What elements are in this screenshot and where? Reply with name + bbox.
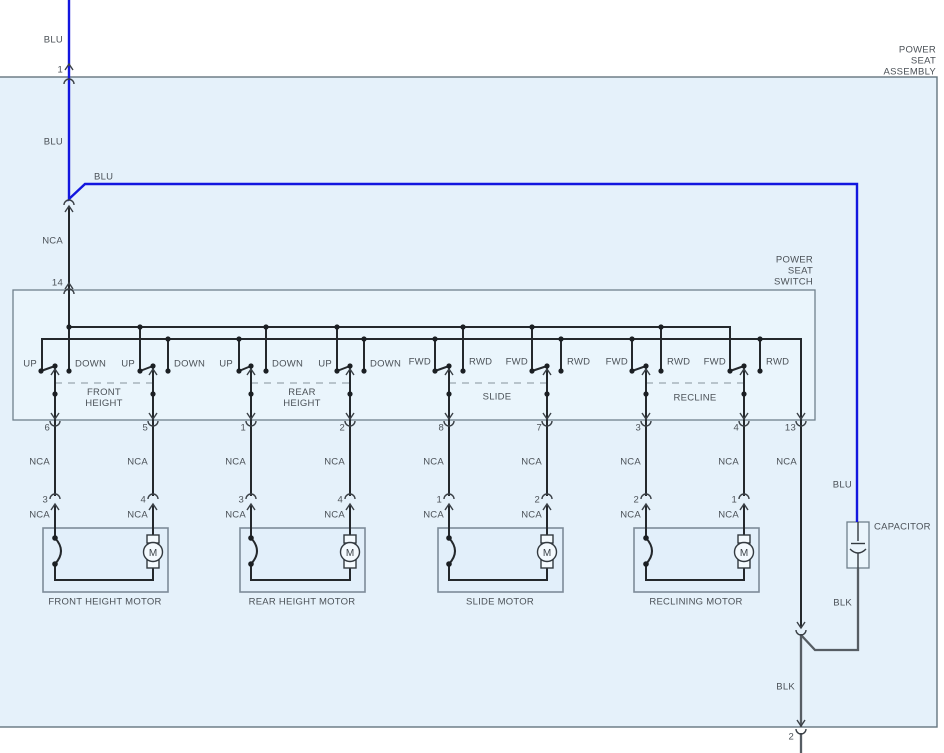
wire-label-nca: NCA bbox=[225, 509, 246, 521]
contact-label-down-1: DOWN bbox=[75, 358, 107, 370]
contact-label-down-2: DOWN bbox=[174, 358, 206, 370]
motor-name-front-height: FRONT HEIGHT MOTOR bbox=[48, 596, 162, 608]
contact-label-up-3: UP bbox=[219, 358, 233, 370]
group-label-recline: RECLINE bbox=[673, 392, 717, 404]
wire-label-blu-inner: BLU bbox=[43, 136, 63, 148]
switch-title: POWER SEAT SWITCH bbox=[774, 254, 813, 288]
connector-pin: 2 bbox=[633, 494, 639, 506]
contact-label-fwd-1: FWD bbox=[408, 356, 431, 368]
contact-label-up-2: UP bbox=[121, 358, 135, 370]
connector-pin: 2 bbox=[534, 494, 540, 506]
switch-pin-5: 5 bbox=[142, 422, 148, 434]
contact-label-rwd-3: RWD bbox=[667, 356, 691, 368]
switch-pin-2: 2 bbox=[339, 422, 345, 434]
connector-pin: 1 bbox=[731, 494, 737, 506]
switch-pin-4: 4 bbox=[733, 422, 739, 434]
svg-text:M: M bbox=[740, 548, 748, 559]
contact-label-fwd-4: FWD bbox=[703, 356, 726, 368]
contact-label-rwd-1: RWD bbox=[469, 356, 493, 368]
wire-label-nca: NCA bbox=[324, 509, 345, 521]
contact-label-down-4: DOWN bbox=[370, 358, 402, 370]
connector-pin: 3 bbox=[42, 494, 48, 506]
switch-pin-7: 7 bbox=[536, 422, 542, 434]
motor-name-rear-height: REAR HEIGHT MOTOR bbox=[248, 596, 356, 608]
wire-label-nca: NCA bbox=[225, 456, 246, 468]
wire-label-nca: NCA bbox=[521, 456, 542, 468]
connector-pin: 4 bbox=[337, 494, 343, 506]
wire-label-nca: NCA bbox=[776, 456, 797, 468]
capacitor-label: CAPACITOR bbox=[874, 521, 931, 533]
contact-label-fwd-3: FWD bbox=[605, 356, 628, 368]
switch-pin-8: 8 bbox=[438, 422, 444, 434]
wire-label-blu-cap: BLU bbox=[832, 479, 852, 491]
wire-label-nca: NCA bbox=[718, 509, 739, 521]
contact-label-rwd-4: RWD bbox=[766, 356, 790, 368]
svg-text:M: M bbox=[346, 548, 354, 559]
connector-pin: 3 bbox=[238, 494, 244, 506]
wiring-diagram-page: M M M M BLU 1 BLU BLU NCA 14 POWER SEAT … bbox=[0, 0, 944, 753]
wire-label-nca: NCA bbox=[29, 456, 50, 468]
motor-name-slide: SLIDE MOTOR bbox=[465, 596, 535, 608]
svg-text:M: M bbox=[149, 548, 157, 559]
svg-text:M: M bbox=[543, 548, 551, 559]
contact-label-rwd-2: RWD bbox=[567, 356, 591, 368]
connector-pin: 4 bbox=[140, 494, 146, 506]
wire-label-nca: NCA bbox=[423, 456, 444, 468]
switch-pin-13: 13 bbox=[784, 422, 796, 434]
pin-label-top-1: 1 bbox=[57, 64, 63, 76]
wire-label-nca: NCA bbox=[324, 456, 345, 468]
switch-pin-6: 6 bbox=[44, 422, 50, 434]
wire-label-nca: NCA bbox=[127, 456, 148, 468]
contact-label-fwd-2: FWD bbox=[505, 356, 528, 368]
contact-label-up-4: UP bbox=[318, 358, 332, 370]
wire-label-nca: NCA bbox=[423, 509, 444, 521]
wire-label-blu-top: BLU bbox=[43, 34, 63, 46]
wire-label-nca: NCA bbox=[620, 509, 641, 521]
wiring-diagram-canvas: M M M M bbox=[0, 0, 938, 753]
group-label-slide: SLIDE bbox=[482, 391, 512, 403]
motor-name-reclining: RECLINING MOTOR bbox=[649, 596, 743, 608]
switch-pin-1: 1 bbox=[240, 422, 246, 434]
connector-pin: 1 bbox=[436, 494, 442, 506]
wire-label-blu-branch: BLU bbox=[94, 171, 114, 183]
group-label-front-height: FRONT HEIGHT bbox=[85, 387, 123, 409]
pin-label-14: 14 bbox=[51, 277, 63, 289]
contact-label-down-3: DOWN bbox=[272, 358, 304, 370]
wire-label-blk-upper: BLK bbox=[833, 597, 852, 609]
wire-label-nca: NCA bbox=[127, 509, 148, 521]
wire-label-blk-lower: BLK bbox=[776, 681, 795, 693]
contact-label-up-1: UP bbox=[23, 358, 37, 370]
wire-label-nca: NCA bbox=[620, 456, 641, 468]
wire-label-nca-feed: NCA bbox=[42, 235, 63, 247]
wire-label-nca: NCA bbox=[718, 456, 739, 468]
group-label-rear-height: REAR HEIGHT bbox=[283, 387, 321, 409]
wire-label-nca: NCA bbox=[29, 509, 50, 521]
assembly-title: POWER SEAT ASSEMBLY bbox=[883, 44, 936, 78]
pin-label-bottom-2: 2 bbox=[788, 731, 794, 743]
switch-pin-3: 3 bbox=[635, 422, 641, 434]
wire-label-nca: NCA bbox=[521, 509, 542, 521]
